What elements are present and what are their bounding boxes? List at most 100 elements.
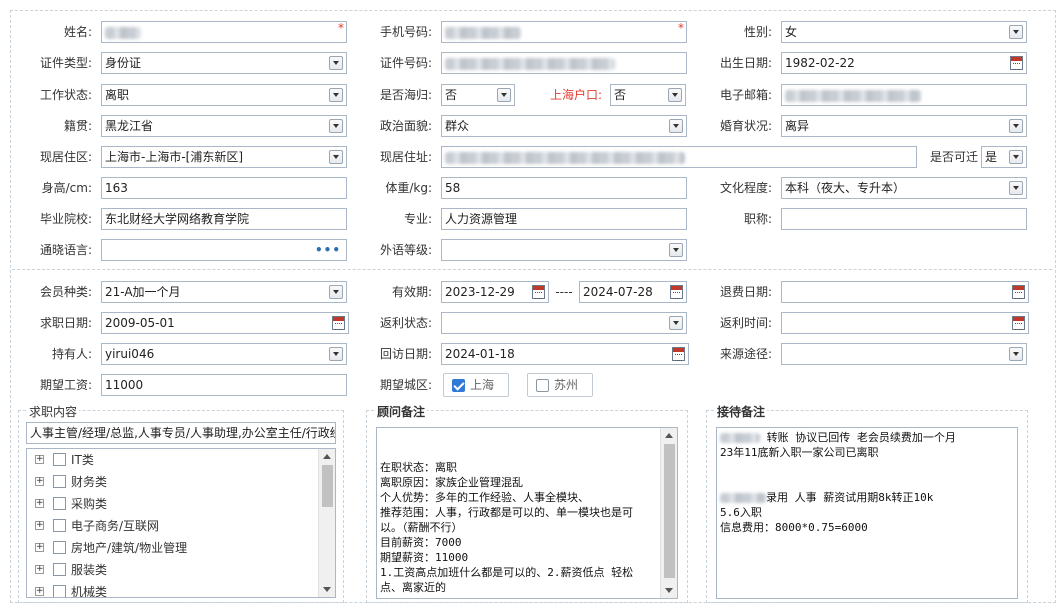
visit-date-field[interactable]: 2024-01-18: [441, 343, 689, 365]
returnee-value: 否: [445, 88, 458, 102]
school-field[interactable]: 东北财经大学网络教育学院: [101, 208, 347, 230]
source-select[interactable]: [781, 343, 1027, 365]
birth-date-field[interactable]: 1982-02-22: [781, 52, 1027, 74]
calendar-icon[interactable]: [672, 347, 685, 361]
birth-label: 出生日期:: [719, 56, 772, 70]
email-field[interactable]: [781, 84, 1027, 106]
scroll-thumb[interactable]: [664, 444, 675, 578]
name-label: 姓名:: [63, 25, 92, 39]
job-content-title: 求职内容: [27, 403, 80, 420]
calendar-icon[interactable]: [1012, 316, 1025, 330]
consultant-note-textarea[interactable]: 在职状态：离职 离职原因：家族企业管理混乱 个人优势：多年的工作经验、人事全模块…: [376, 427, 678, 599]
checkbox-unchecked-icon[interactable]: [53, 585, 66, 597]
expand-icon[interactable]: +: [35, 587, 44, 596]
workstatus-label: 工作状态:: [39, 88, 92, 102]
expand-icon[interactable]: +: [35, 499, 44, 508]
scroll-down-icon[interactable]: [323, 587, 331, 592]
chevron-down-icon: [329, 347, 343, 361]
job-date-field[interactable]: 2009-05-01: [101, 312, 349, 334]
tree-item-label: 电子商务/互联网: [71, 519, 160, 533]
name-field[interactable]: *: [101, 21, 347, 43]
refund-date-field[interactable]: [781, 281, 1029, 303]
redacted-name: [105, 26, 141, 39]
note-line: 5.6入职: [720, 506, 762, 519]
rebate-time-field[interactable]: [781, 312, 1029, 334]
height-field[interactable]: 163: [101, 177, 347, 199]
native-select[interactable]: 黑龙江省: [101, 115, 347, 137]
workstatus-value: 离职: [105, 88, 130, 102]
chevron-down-icon: [329, 88, 343, 102]
chevron-down-icon: [669, 243, 683, 257]
scroll-up-icon[interactable]: [665, 433, 673, 438]
marital-select[interactable]: 离异: [781, 115, 1027, 137]
native-value: 黑龙江省: [105, 119, 154, 133]
calendar-icon[interactable]: [1010, 56, 1023, 70]
city-checkbox-shanghai[interactable]: 上海: [443, 373, 509, 397]
checkbox-unchecked-icon[interactable]: [53, 563, 66, 576]
expand-icon[interactable]: +: [35, 565, 44, 574]
weight-field[interactable]: 58: [441, 177, 687, 199]
school-label: 毕业院校:: [39, 212, 92, 226]
more-options-button[interactable]: •••: [315, 240, 341, 260]
reception-note-textarea[interactable]: 转账 协议已回传 老会员续费加一个月 23年11底新入职一家公司已离职 录用 人…: [716, 427, 1018, 599]
chevron-down-icon: [669, 119, 683, 133]
checkbox-unchecked-icon[interactable]: [53, 519, 66, 532]
visit-date-value: 2024-01-18: [445, 347, 515, 361]
member-type-select[interactable]: 21-A加一个月: [101, 281, 347, 303]
calendar-icon[interactable]: [670, 285, 683, 299]
checkbox-unchecked-icon[interactable]: [53, 497, 66, 510]
calendar-icon[interactable]: [532, 285, 545, 299]
foreign-select[interactable]: [441, 239, 687, 261]
calendar-icon[interactable]: [332, 316, 345, 330]
holder-select[interactable]: yirui046: [101, 343, 347, 365]
valid-to-field[interactable]: 2024-07-28: [579, 281, 687, 303]
tree-item-label: 房地产/建筑/物业管理: [71, 541, 188, 555]
foreign-label: 外语等级:: [379, 243, 432, 257]
phone-field[interactable]: *: [441, 21, 687, 43]
idtype-select[interactable]: 身份证: [101, 52, 347, 74]
valid-label: 有效期:: [391, 285, 432, 299]
idno-label: 证件号码:: [379, 56, 432, 70]
returnee-select[interactable]: 否: [441, 84, 515, 106]
redacted-name: [720, 433, 760, 443]
job-content-summary[interactable]: 人事主管/经理/总监,人事专员/人事助理,办公室主任/行政经: [26, 422, 336, 444]
current-area-select[interactable]: 上海市-上海市-[浦东新区]: [101, 146, 347, 168]
checkbox-unchecked-icon[interactable]: [53, 541, 66, 554]
relocate-select[interactable]: 是: [981, 146, 1027, 168]
idno-field[interactable]: [441, 52, 687, 74]
salary-field[interactable]: 11000: [101, 374, 347, 396]
required-mark: *: [338, 21, 344, 35]
checkbox-unchecked-icon[interactable]: [53, 453, 66, 466]
note-line: 1.工资高点加班什么都是可以的、2.薪资低点 轻松: [380, 566, 634, 579]
title-field[interactable]: [781, 208, 1027, 230]
education-select[interactable]: 本科（夜大、专升本）: [781, 177, 1027, 199]
city-checkbox-suzhou[interactable]: 苏州: [527, 373, 593, 397]
redacted-email: [785, 89, 921, 102]
checkbox-unchecked-icon[interactable]: [53, 475, 66, 488]
current-area-value: 上海市-上海市-[浦东新区]: [105, 150, 244, 164]
expand-icon[interactable]: +: [35, 477, 44, 486]
scroll-thumb[interactable]: [322, 465, 333, 507]
expand-icon[interactable]: +: [35, 543, 44, 552]
current-addr-field[interactable]: [441, 146, 917, 168]
shanghai-hukou-value: 否: [614, 88, 627, 102]
shanghai-hukou-select[interactable]: 否: [610, 84, 686, 106]
member-type-value: 21-A加一个月: [105, 285, 181, 299]
rebate-status-select[interactable]: [441, 312, 687, 334]
calendar-icon[interactable]: [1012, 285, 1025, 299]
gender-select[interactable]: 女: [781, 21, 1027, 43]
tree-scrollbar[interactable]: [318, 449, 335, 597]
scroll-up-icon[interactable]: [323, 454, 331, 459]
expand-icon[interactable]: +: [35, 455, 44, 464]
expand-icon[interactable]: +: [35, 521, 44, 530]
checkbox-checked-icon: [452, 379, 465, 392]
major-field[interactable]: 人力资源管理: [441, 208, 687, 230]
note-line: 离职原因：家族企业管理混乱: [380, 476, 523, 489]
workstatus-select[interactable]: 离职: [101, 84, 347, 106]
political-select[interactable]: 群众: [441, 115, 687, 137]
consultant-note-scrollbar[interactable]: [660, 428, 677, 598]
dialect-field[interactable]: •••: [101, 239, 347, 261]
valid-from-field[interactable]: 2023-12-29: [441, 281, 549, 303]
scroll-down-icon[interactable]: [665, 588, 673, 593]
salary-label: 期望工资:: [39, 378, 92, 392]
